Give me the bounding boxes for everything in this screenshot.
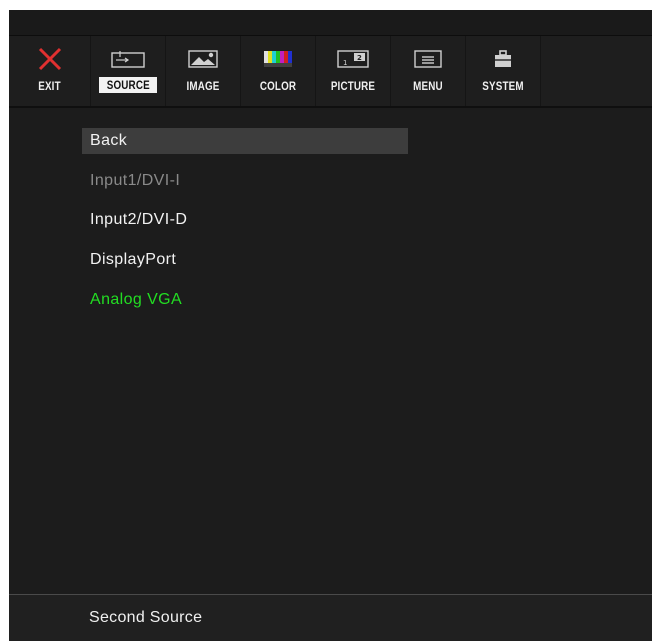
tab-source-label: SOURCE <box>99 77 157 93</box>
svg-text:1: 1 <box>343 59 347 67</box>
toolbox-icon <box>466 46 540 72</box>
menu-item-input1-dvi-i[interactable]: Input1/DVI-I <box>82 168 408 194</box>
tab-color[interactable]: COLOR <box>241 36 316 106</box>
picture-in-picture-icon: 2 1 <box>316 46 390 72</box>
menu-item-analog-vga[interactable]: Analog VGA <box>82 287 408 313</box>
tab-bar: EXIT SOURCE IMAGE COLOR 2 1 PICTURE MENU… <box>9 36 541 106</box>
menu-item-back[interactable]: Back <box>82 128 408 154</box>
tab-menu[interactable]: MENU <box>391 36 466 106</box>
top-strip <box>9 10 652 36</box>
second-source-label[interactable]: Second Source <box>89 609 202 627</box>
tab-source[interactable]: SOURCE <box>91 36 166 106</box>
source-menu-list: Back Input1/DVI-I Input2/DVI-D DisplayPo… <box>9 108 652 594</box>
tab-color-label: COLOR <box>259 79 297 93</box>
image-icon <box>166 46 240 72</box>
tab-image[interactable]: IMAGE <box>166 36 241 106</box>
menu-icon <box>391 46 465 72</box>
svg-text:2: 2 <box>357 54 362 62</box>
tab-menu-label: MENU <box>413 79 443 93</box>
menu-item-input2-dvi-d[interactable]: Input2/DVI-D <box>82 207 408 233</box>
color-bars-icon <box>241 46 315 72</box>
tab-system-label: SYSTEM <box>482 79 524 93</box>
toolbar: EXIT SOURCE IMAGE COLOR 2 1 PICTURE MENU… <box>9 36 652 106</box>
source-input-icon <box>91 46 165 72</box>
tab-exit-label: EXIT <box>38 79 61 93</box>
tab-picture-label: PICTURE <box>330 79 376 93</box>
menu-item-displayport[interactable]: DisplayPort <box>82 247 408 273</box>
tab-system[interactable]: SYSTEM <box>466 36 541 106</box>
tab-picture[interactable]: 2 1 PICTURE <box>316 36 391 106</box>
tab-exit[interactable]: EXIT <box>9 36 91 106</box>
footer-bar: Second Source <box>9 595 652 641</box>
osd-menu-window: EXIT SOURCE IMAGE COLOR 2 1 PICTURE MENU… <box>9 10 652 641</box>
close-icon <box>9 46 90 72</box>
tab-image-label: IMAGE <box>186 79 220 93</box>
